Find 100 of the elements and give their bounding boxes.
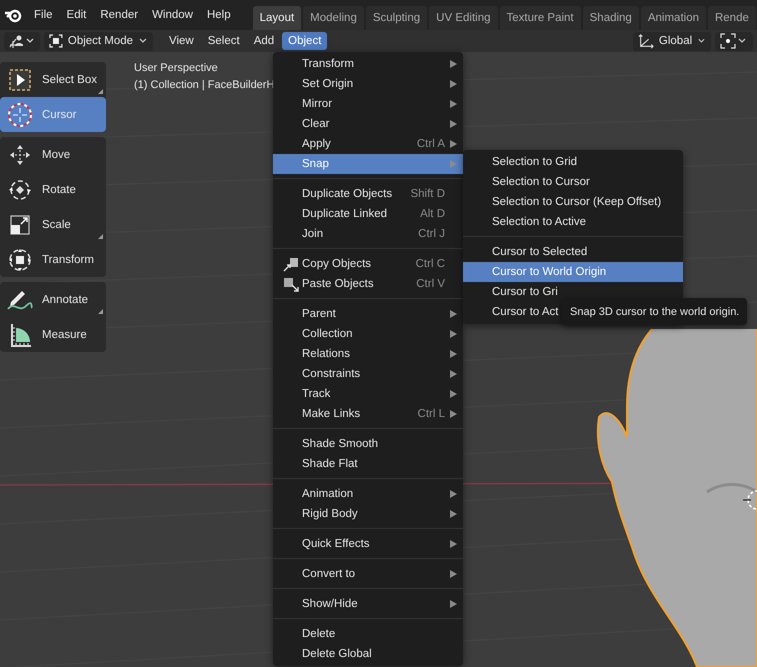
ruler-icon: [8, 322, 32, 348]
submenu-arrow-icon: [450, 310, 457, 318]
chevron-down-icon: [138, 37, 148, 45]
menu-item[interactable]: Make Links Ctrl L: [273, 404, 463, 424]
menu-item[interactable]: Cursor to Selected: [463, 242, 683, 262]
menu-item[interactable]: Track: [273, 384, 463, 404]
workspace-tab[interactable]: Sculpting: [366, 6, 428, 30]
copy-icon: [283, 256, 299, 272]
menu-item[interactable]: Collection: [273, 324, 463, 344]
shortcut-label: Ctrl L: [418, 408, 445, 420]
menu-item[interactable]: Selection to Grid: [463, 152, 683, 172]
tool-button[interactable]: Scale: [0, 207, 106, 242]
menu-item[interactable]: Animation: [273, 484, 463, 504]
menu-bar-item[interactable]: Window: [146, 5, 201, 25]
tooltip: Snap 3D cursor to the world origin.: [562, 298, 748, 325]
submenu-arrow-icon: [450, 100, 457, 108]
pivot-dropdown[interactable]: [715, 32, 753, 50]
menu-item[interactable]: Convert to: [273, 564, 463, 584]
header-menu[interactable]: Add: [248, 32, 280, 50]
menu-item[interactable]: Show/Hide: [273, 594, 463, 614]
menu-item[interactable]: Duplicate Linked Alt D: [273, 204, 463, 224]
workspace-tab[interactable]: UV Editing: [429, 6, 498, 30]
submenu-arrow-icon: [450, 540, 457, 548]
submenu-arrow-icon: [450, 120, 457, 128]
workspace-tab[interactable]: Shading: [582, 6, 639, 30]
menu-item[interactable]: Constraints: [273, 364, 463, 384]
workspace-tab[interactable]: Rende: [708, 6, 756, 30]
move-icon: [8, 142, 32, 166]
menu-item[interactable]: Duplicate Objects Shift D: [273, 184, 463, 204]
menu-item[interactable]: Shade Smooth: [273, 434, 463, 454]
menu-item[interactable]: Snap: [273, 154, 463, 174]
tool-button[interactable]: Measure: [0, 317, 106, 352]
tool-button[interactable]: Transform: [0, 242, 106, 277]
menu-item[interactable]: Rigid Body: [273, 504, 463, 524]
chevron-down-icon: [697, 37, 706, 45]
shortcut-label: Ctrl A: [416, 138, 445, 150]
menu-item[interactable]: Selection to Active: [463, 212, 683, 232]
mode-dropdown[interactable]: Object Mode: [44, 32, 153, 50]
workspace-tab[interactable]: Modeling: [303, 6, 364, 30]
tool-button[interactable]: Move: [0, 137, 106, 172]
menu-item[interactable]: Relations: [273, 344, 463, 364]
menu-item[interactable]: Apply Ctrl A: [273, 134, 463, 154]
view-name-label: User Perspective: [134, 62, 219, 74]
menu-item[interactable]: Copy Objects Ctrl C: [273, 254, 463, 274]
submenu-arrow-icon: [450, 80, 457, 88]
header-menu[interactable]: View: [163, 32, 200, 50]
submenu-arrow-icon: [450, 160, 457, 168]
shortcut-label: Ctrl V: [416, 278, 445, 290]
menu-bar-item[interactable]: Edit: [60, 5, 94, 25]
menu-item[interactable]: Transform: [273, 54, 463, 74]
menu-item[interactable]: Quick Effects: [273, 534, 463, 554]
submenu-arrow-icon: [450, 600, 457, 608]
menu-bar-item[interactable]: Render: [94, 5, 146, 25]
menu-item[interactable]: Mirror: [273, 94, 463, 114]
menu-item[interactable]: Join Ctrl J: [273, 224, 463, 244]
menu-item[interactable]: Shade Flat: [273, 454, 463, 474]
tool-button[interactable]: Select Box: [0, 62, 106, 97]
tool-button[interactable]: Rotate: [0, 172, 106, 207]
menu-item[interactable]: Parent: [273, 304, 463, 324]
submenu-arrow-icon: [450, 490, 457, 498]
select-box-icon: [8, 68, 32, 92]
submenu-arrow-icon: [450, 330, 457, 338]
variants-corner-icon: [98, 309, 103, 314]
menu-item[interactable]: Selection to Cursor (Keep Offset): [463, 192, 683, 212]
menu-item[interactable]: Clear: [273, 114, 463, 134]
submenu-arrow-icon: [450, 60, 457, 68]
rotate-icon: [8, 178, 32, 202]
cursor-icon: [7, 102, 33, 128]
menu-bar-item[interactable]: File: [28, 5, 61, 25]
shortcut-label: Shift D: [410, 188, 445, 200]
submenu-arrow-icon: [450, 350, 457, 358]
object-mode-icon: [49, 34, 63, 48]
menu-bar-item[interactable]: Help: [200, 5, 239, 25]
submenu-arrow-icon: [450, 570, 457, 578]
menu-item[interactable]: Selection to Cursor: [463, 172, 683, 192]
axes-icon: [638, 33, 654, 49]
submenu-arrow-icon: [450, 410, 457, 418]
menu-item[interactable]: Delete Global: [273, 644, 463, 664]
collection-info-label: (1) Collection | FaceBuilderH: [134, 79, 274, 91]
shortcut-label: Alt D: [420, 208, 445, 220]
shortcut-label: Ctrl C: [416, 258, 445, 270]
submenu-arrow-icon: [450, 510, 457, 518]
header-menu[interactable]: Select: [202, 32, 246, 50]
paste-icon: [283, 276, 299, 292]
header-menu[interactable]: Object: [282, 32, 328, 50]
menu-item[interactable]: Paste Objects Ctrl V: [273, 274, 463, 294]
submenu-arrow-icon: [450, 140, 457, 148]
variants-corner-icon: [98, 89, 103, 94]
shortcut-label: Ctrl J: [418, 228, 445, 240]
submenu-arrow-icon: [450, 390, 457, 398]
menu-item[interactable]: Cursor to World Origin: [463, 262, 683, 282]
menu-item[interactable]: Set Origin: [273, 74, 463, 94]
tool-button[interactable]: Annotate: [0, 282, 106, 317]
app-logo-icon[interactable]: [4, 7, 22, 23]
workspace-tab[interactable]: Texture Paint: [500, 6, 581, 30]
workspace-tab[interactable]: Layout: [252, 6, 302, 30]
orientation-dropdown[interactable]: Global: [633, 32, 711, 50]
editor-type-dropdown[interactable]: [4, 32, 40, 50]
menu-item[interactable]: Delete: [273, 624, 463, 644]
workspace-tab[interactable]: Animation: [640, 6, 706, 30]
